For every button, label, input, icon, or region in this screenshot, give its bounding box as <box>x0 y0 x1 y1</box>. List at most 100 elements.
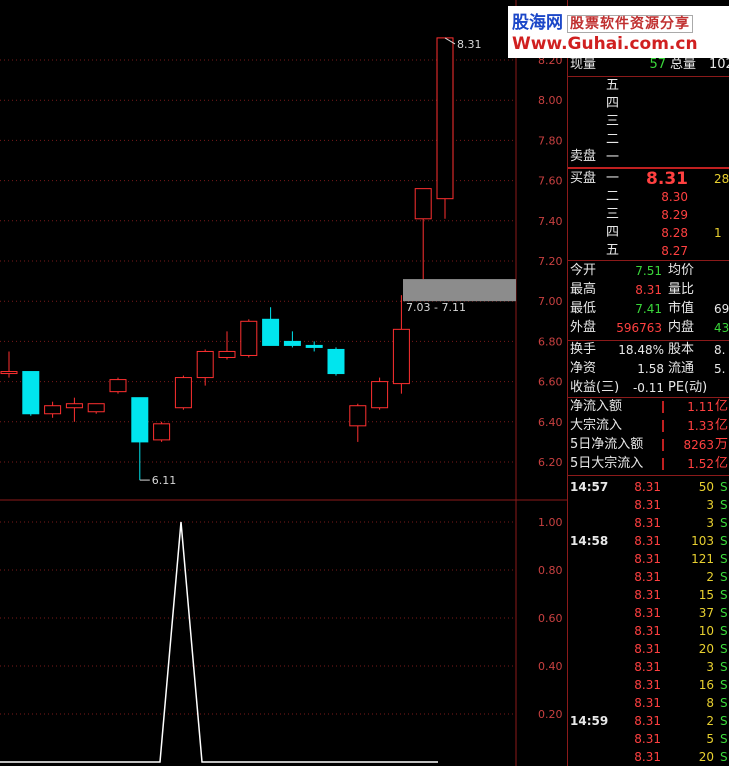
fundamental-label: 净资 <box>570 361 597 376</box>
tick-volume: 50 <box>698 480 714 494</box>
quote-panel: 现量 57 总量 102 五四三二一 卖盘 一8.3128二8.30三8.29四… <box>567 0 729 766</box>
tick-volume: 3 <box>706 660 714 674</box>
fundamental-value: 18.48% <box>618 343 664 357</box>
stat-value: 8.31 <box>635 283 662 297</box>
price-tick-label: 6.40 <box>538 416 563 429</box>
price-tick-label: 6.80 <box>538 335 563 348</box>
money-flow-row: 5日净流入额 8263 万 <box>568 436 729 454</box>
candle-up <box>392 328 410 385</box>
candle-down <box>305 344 323 348</box>
tick-price: 8.31 <box>634 624 661 638</box>
tick-row[interactable]: 8.31 121 S <box>568 550 729 568</box>
candle-up <box>196 350 214 379</box>
stat-row: 今开 7.51 均价 <box>568 262 729 280</box>
stat-label: 今开 <box>570 263 597 278</box>
fundamental-row: 换手 18.48% 股本 8. <box>568 341 729 359</box>
money-flow-label: 净流入额 <box>570 399 623 414</box>
tick-volume: 37 <box>698 606 714 620</box>
tick-row[interactable]: 14:58 8.31 103 S <box>568 532 729 550</box>
stat-label: 最低 <box>570 301 597 316</box>
buy-level-label: 四 <box>606 225 620 240</box>
candle-down <box>327 348 345 375</box>
buy-level-label: 五 <box>606 243 620 258</box>
stat-label: 外盘 <box>570 320 597 335</box>
tick-row[interactable]: 8.31 20 S <box>568 748 729 766</box>
buy-level-label: 三 <box>606 207 620 222</box>
tick-flag: S <box>720 732 728 746</box>
stat-value: 43 <box>714 321 729 335</box>
tick-price: 8.31 <box>634 642 661 656</box>
tick-row[interactable]: 8.31 5 S <box>568 730 729 748</box>
price-tick-label: 7.00 <box>538 295 563 308</box>
tick-volume: 2 <box>706 570 714 584</box>
tick-row[interactable]: 8.31 2 S <box>568 568 729 586</box>
tick-row[interactable]: 8.31 15 S <box>568 586 729 604</box>
tick-price: 8.31 <box>634 660 661 674</box>
money-flow-unit: 万 <box>715 437 729 452</box>
money-flow-value: 1.33 <box>687 419 714 433</box>
tick-row[interactable]: 8.31 37 S <box>568 604 729 622</box>
indicator-tick-label: 0.60 <box>538 612 563 625</box>
tick-flag: S <box>720 480 728 494</box>
tick-volume: 5 <box>706 732 714 746</box>
tick-flag: S <box>720 678 728 692</box>
buy-level-label: 二 <box>606 189 620 204</box>
candle-up <box>44 405 62 415</box>
stat-row: 外盘 596763 内盘 43 <box>568 319 729 337</box>
candle-down <box>283 340 301 346</box>
site-logo: 股海网 股票软件资源分享 Www.Guhai.com.cn <box>508 6 729 58</box>
indicator-tick-label: 0.40 <box>538 660 563 673</box>
tick-price: 8.31 <box>634 750 661 764</box>
candle-up <box>153 423 171 441</box>
tick-row[interactable]: 8.31 3 S <box>568 496 729 514</box>
high-label: 8.31 <box>457 38 482 51</box>
money-flow-row: 5日大宗流入 1.52 亿 <box>568 455 729 473</box>
tick-flag: S <box>720 642 728 656</box>
xianliang-value: 57 <box>649 57 666 72</box>
tick-flag: S <box>720 552 728 566</box>
buy-label: 买盘 <box>570 171 597 186</box>
stat-label: 内盘 <box>668 320 695 335</box>
tick-volume: 10 <box>698 624 714 638</box>
money-flow-label: 5日大宗流入 <box>570 456 644 471</box>
tick-volume: 2 <box>706 714 714 728</box>
tick-volume: 121 <box>691 552 714 566</box>
indicator-tick-label: 0.80 <box>538 564 563 577</box>
tick-price: 8.31 <box>634 552 661 566</box>
tick-price: 8.31 <box>634 498 661 512</box>
money-flow-value: 1.52 <box>687 457 714 471</box>
money-flow-bar <box>662 439 664 451</box>
sell-label: 卖盘 <box>570 149 597 164</box>
sell-level-label: 一 <box>606 150 620 165</box>
candle-up <box>65 403 83 409</box>
tick-row[interactable]: 8.31 8 S <box>568 694 729 712</box>
tick-price: 8.31 <box>634 534 661 548</box>
tick-flag: S <box>720 750 728 764</box>
candle-up <box>87 403 105 413</box>
tick-row[interactable]: 8.31 3 S <box>568 658 729 676</box>
tick-row[interactable]: 14:59 8.31 2 S <box>568 712 729 730</box>
tick-price: 8.31 <box>634 696 661 710</box>
money-flow-bar <box>662 420 664 432</box>
indicator-tick-label: 0.20 <box>538 708 563 721</box>
money-flow-unit: 亿 <box>715 399 729 414</box>
buy-level-row: 二 8.30 <box>568 188 729 206</box>
stat-value: 7.51 <box>635 264 662 278</box>
tick-price: 8.31 <box>634 570 661 584</box>
tick-row[interactable]: 14:57 8.31 50 S <box>568 478 729 496</box>
sell-level-label: 三 <box>606 114 620 129</box>
tick-row[interactable]: 8.31 10 S <box>568 622 729 640</box>
tick-row[interactable]: 8.31 3 S <box>568 514 729 532</box>
stat-value: 7.41 <box>635 302 662 316</box>
tick-flag: S <box>720 534 728 548</box>
tick-flag: S <box>720 606 728 620</box>
buy-level-price: 8.31 <box>646 169 688 189</box>
kline-chart[interactable]: 8.208.007.807.607.407.207.006.806.606.40… <box>0 0 568 766</box>
fundamental-value: 1.58 <box>637 362 664 376</box>
low-label: 6.11 <box>152 474 177 487</box>
divider <box>568 260 729 261</box>
tick-row[interactable]: 8.31 16 S <box>568 676 729 694</box>
tick-row[interactable]: 8.31 20 S <box>568 640 729 658</box>
tick-volume: 8 <box>706 696 714 710</box>
money-flow-label: 5日净流入额 <box>570 437 644 452</box>
